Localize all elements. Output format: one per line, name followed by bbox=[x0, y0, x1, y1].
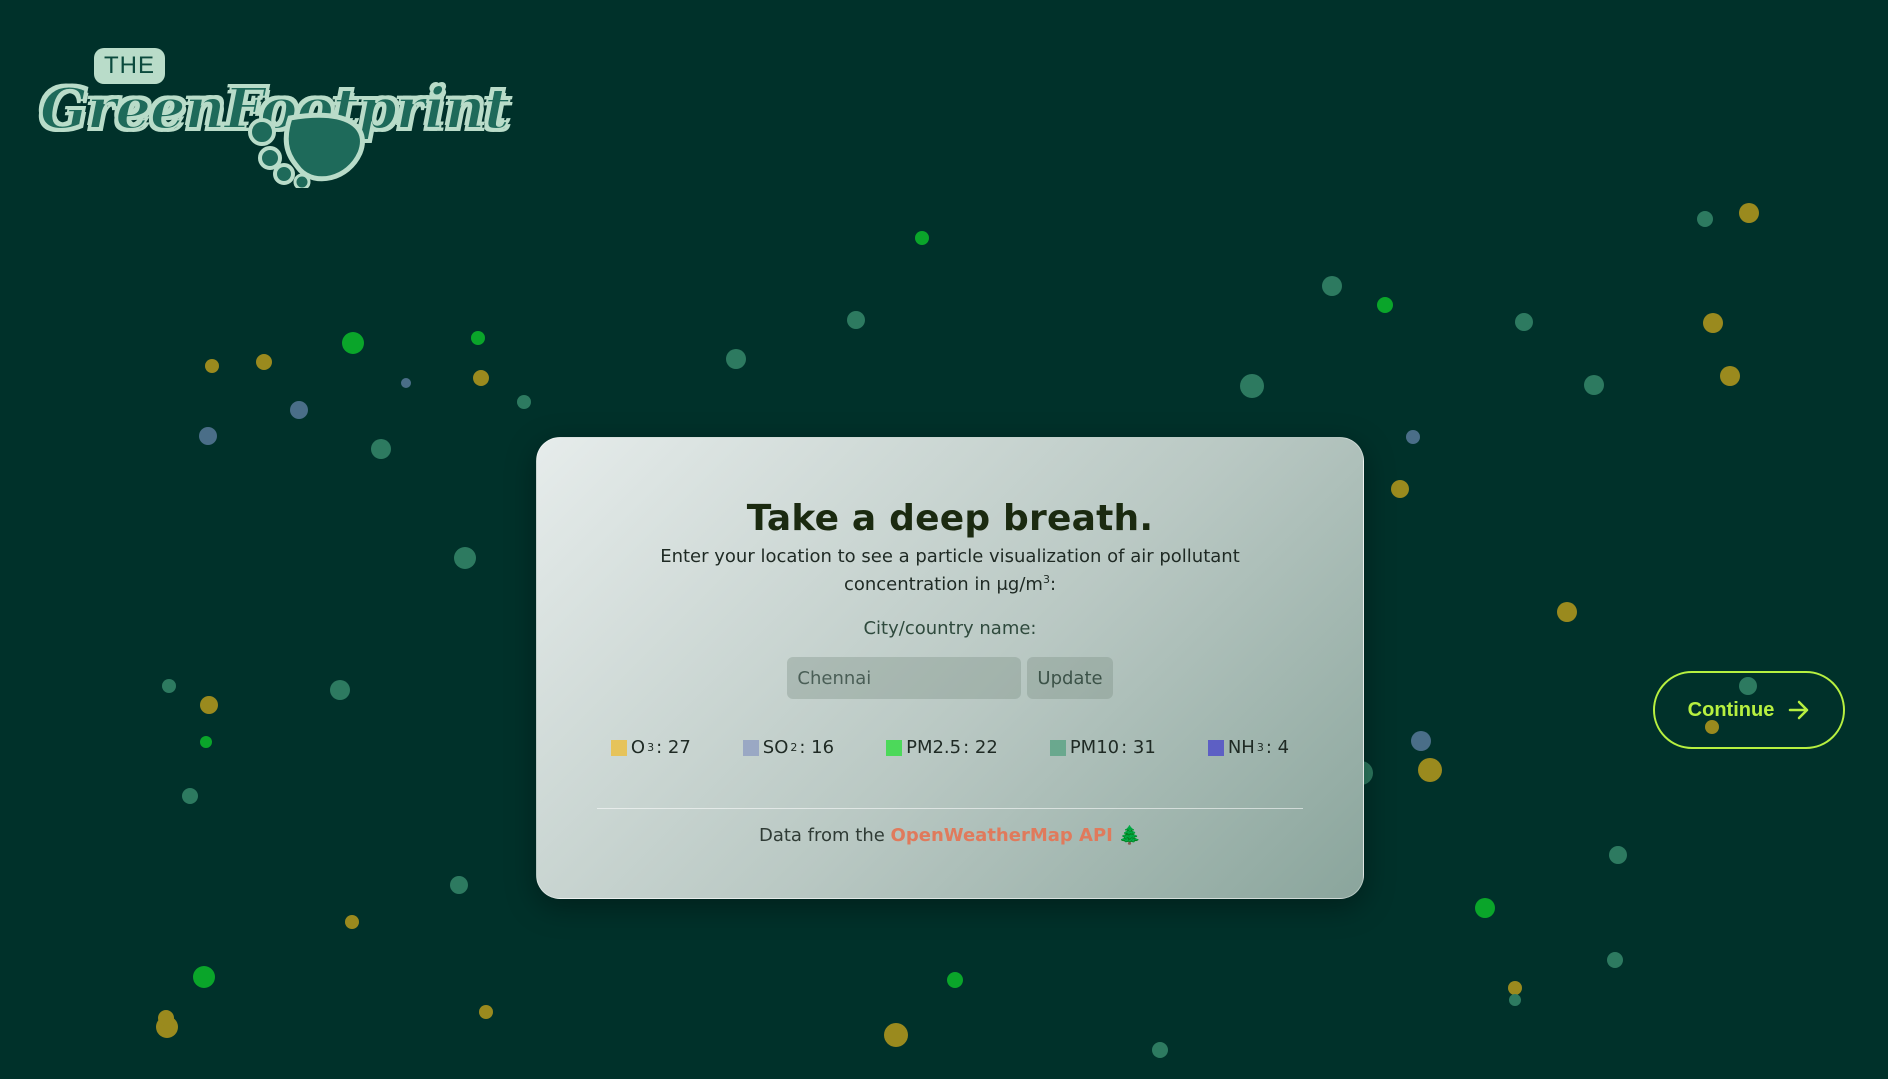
legend-swatch bbox=[610, 739, 627, 756]
pollutant-particle bbox=[1152, 1042, 1168, 1058]
legend-swatch bbox=[1207, 739, 1224, 756]
pollutant-particle bbox=[1411, 731, 1431, 751]
pollutant-particle bbox=[847, 311, 865, 329]
pollutant-particle bbox=[1391, 480, 1409, 498]
divider bbox=[597, 808, 1303, 809]
legend-sup: 2 bbox=[790, 741, 798, 754]
openweathermap-link[interactable]: OpenWeatherMap API bbox=[891, 825, 1113, 846]
pollutant-particle bbox=[1322, 276, 1342, 296]
legend-value: : 27 bbox=[656, 737, 691, 758]
pollutant-particle bbox=[1508, 981, 1522, 995]
update-button[interactable]: Update bbox=[1027, 657, 1113, 699]
pollutant-particle bbox=[1584, 375, 1604, 395]
city-input[interactable] bbox=[787, 657, 1022, 699]
pollutant-particle bbox=[1515, 313, 1533, 331]
pollutant-particle bbox=[345, 915, 359, 929]
legend-sup: 3 bbox=[647, 741, 655, 754]
pollutant-particle bbox=[454, 547, 476, 569]
pollutant-particle bbox=[1703, 313, 1723, 333]
pollutant-particle bbox=[1720, 366, 1740, 386]
pollutant-particle bbox=[471, 331, 485, 345]
pollutant-particle bbox=[1475, 898, 1495, 918]
subtitle-sup: 3 bbox=[1042, 573, 1050, 586]
subtitle-colon: : bbox=[1049, 574, 1057, 595]
pollutant-particle bbox=[473, 370, 489, 386]
legend-swatch bbox=[886, 739, 903, 756]
legend-item-pm25: PM2.5: 22 bbox=[886, 737, 998, 758]
legend-value: : 31 bbox=[1121, 737, 1156, 758]
legend-value: : 4 bbox=[1265, 737, 1290, 758]
pollutant-particle bbox=[193, 966, 215, 988]
pollutant-particle bbox=[199, 427, 217, 445]
legend-name: PM10 bbox=[1069, 737, 1120, 758]
pollutant-particle bbox=[915, 231, 929, 245]
pollutant-particle bbox=[256, 354, 272, 370]
pollutant-particle bbox=[290, 401, 308, 419]
pollutant-particle bbox=[1557, 602, 1577, 622]
legend-item-so2: SO 2: 16 bbox=[742, 737, 835, 758]
pollutant-particle bbox=[1739, 203, 1759, 223]
pollutant-particle bbox=[1418, 758, 1442, 782]
footer-text: Data from the bbox=[758, 825, 891, 846]
legend-item-nh3: NH 3: 4 bbox=[1207, 737, 1290, 758]
subtitle-text: Enter your location to see a particle vi… bbox=[660, 546, 1240, 595]
pollutant-particle bbox=[1509, 994, 1521, 1006]
pollutant-particle bbox=[182, 788, 198, 804]
legend-swatch bbox=[1049, 739, 1066, 756]
pollutant-particle bbox=[200, 736, 212, 748]
pollutant-particle bbox=[1406, 430, 1420, 444]
legend-sup: 3 bbox=[1256, 741, 1264, 754]
pollutant-legend: O3: 27 SO 2: 16 PM2.5: 22 PM10: 31 NH 3: 4 bbox=[537, 737, 1363, 758]
footprint-icon bbox=[248, 112, 365, 188]
legend-value: : 22 bbox=[963, 737, 998, 758]
legend-name: NH bbox=[1227, 737, 1255, 758]
pollutant-particle bbox=[205, 359, 219, 373]
pollutant-particle bbox=[342, 332, 364, 354]
pollutant-particle bbox=[947, 972, 963, 988]
pollutant-particle bbox=[450, 876, 468, 894]
pollutant-particle bbox=[158, 1010, 174, 1026]
pollutant-particle bbox=[371, 439, 391, 459]
pollutant-particle bbox=[1240, 374, 1264, 398]
legend-name: PM2.5 bbox=[906, 737, 962, 758]
pollutant-particle bbox=[1697, 211, 1713, 227]
continue-button[interactable]: Continue bbox=[1653, 671, 1845, 749]
arrow-right-icon bbox=[1789, 700, 1809, 720]
legend-item-pm10: PM10: 31 bbox=[1049, 737, 1156, 758]
legend-name: O bbox=[630, 737, 646, 758]
pollutant-particle bbox=[1609, 846, 1627, 864]
pollutant-particle bbox=[884, 1023, 908, 1047]
legend-value: : 16 bbox=[799, 737, 835, 758]
pollution-card: Take a deep breath. Enter your location … bbox=[536, 437, 1364, 899]
pollutant-particle bbox=[1607, 952, 1623, 968]
data-source-footer: Data from the OpenWeatherMap API 🌲 bbox=[537, 825, 1363, 846]
pollutant-particle bbox=[330, 680, 350, 700]
legend-item-o3: O3: 27 bbox=[610, 737, 691, 758]
logo: THE GreenFootprint bbox=[39, 48, 511, 188]
legend-name: SO bbox=[762, 737, 789, 758]
tree-icon: 🌲 bbox=[1118, 825, 1142, 846]
pollutant-particle bbox=[401, 378, 411, 388]
legend-swatch bbox=[742, 739, 759, 756]
card-title: Take a deep breath. bbox=[746, 498, 1154, 539]
city-form: Update bbox=[537, 657, 1363, 699]
pollutant-particle bbox=[1377, 297, 1393, 313]
pollutant-particle bbox=[517, 395, 531, 409]
card-subtitle: Enter your location to see a particle vi… bbox=[630, 545, 1270, 596]
continue-label: Continue bbox=[1687, 698, 1775, 721]
pollutant-particle bbox=[479, 1005, 493, 1019]
pollutant-particle bbox=[162, 679, 176, 693]
pollutant-particle bbox=[200, 696, 218, 714]
city-field-label: City/country name: bbox=[863, 618, 1037, 639]
pollutant-particle bbox=[726, 349, 746, 369]
